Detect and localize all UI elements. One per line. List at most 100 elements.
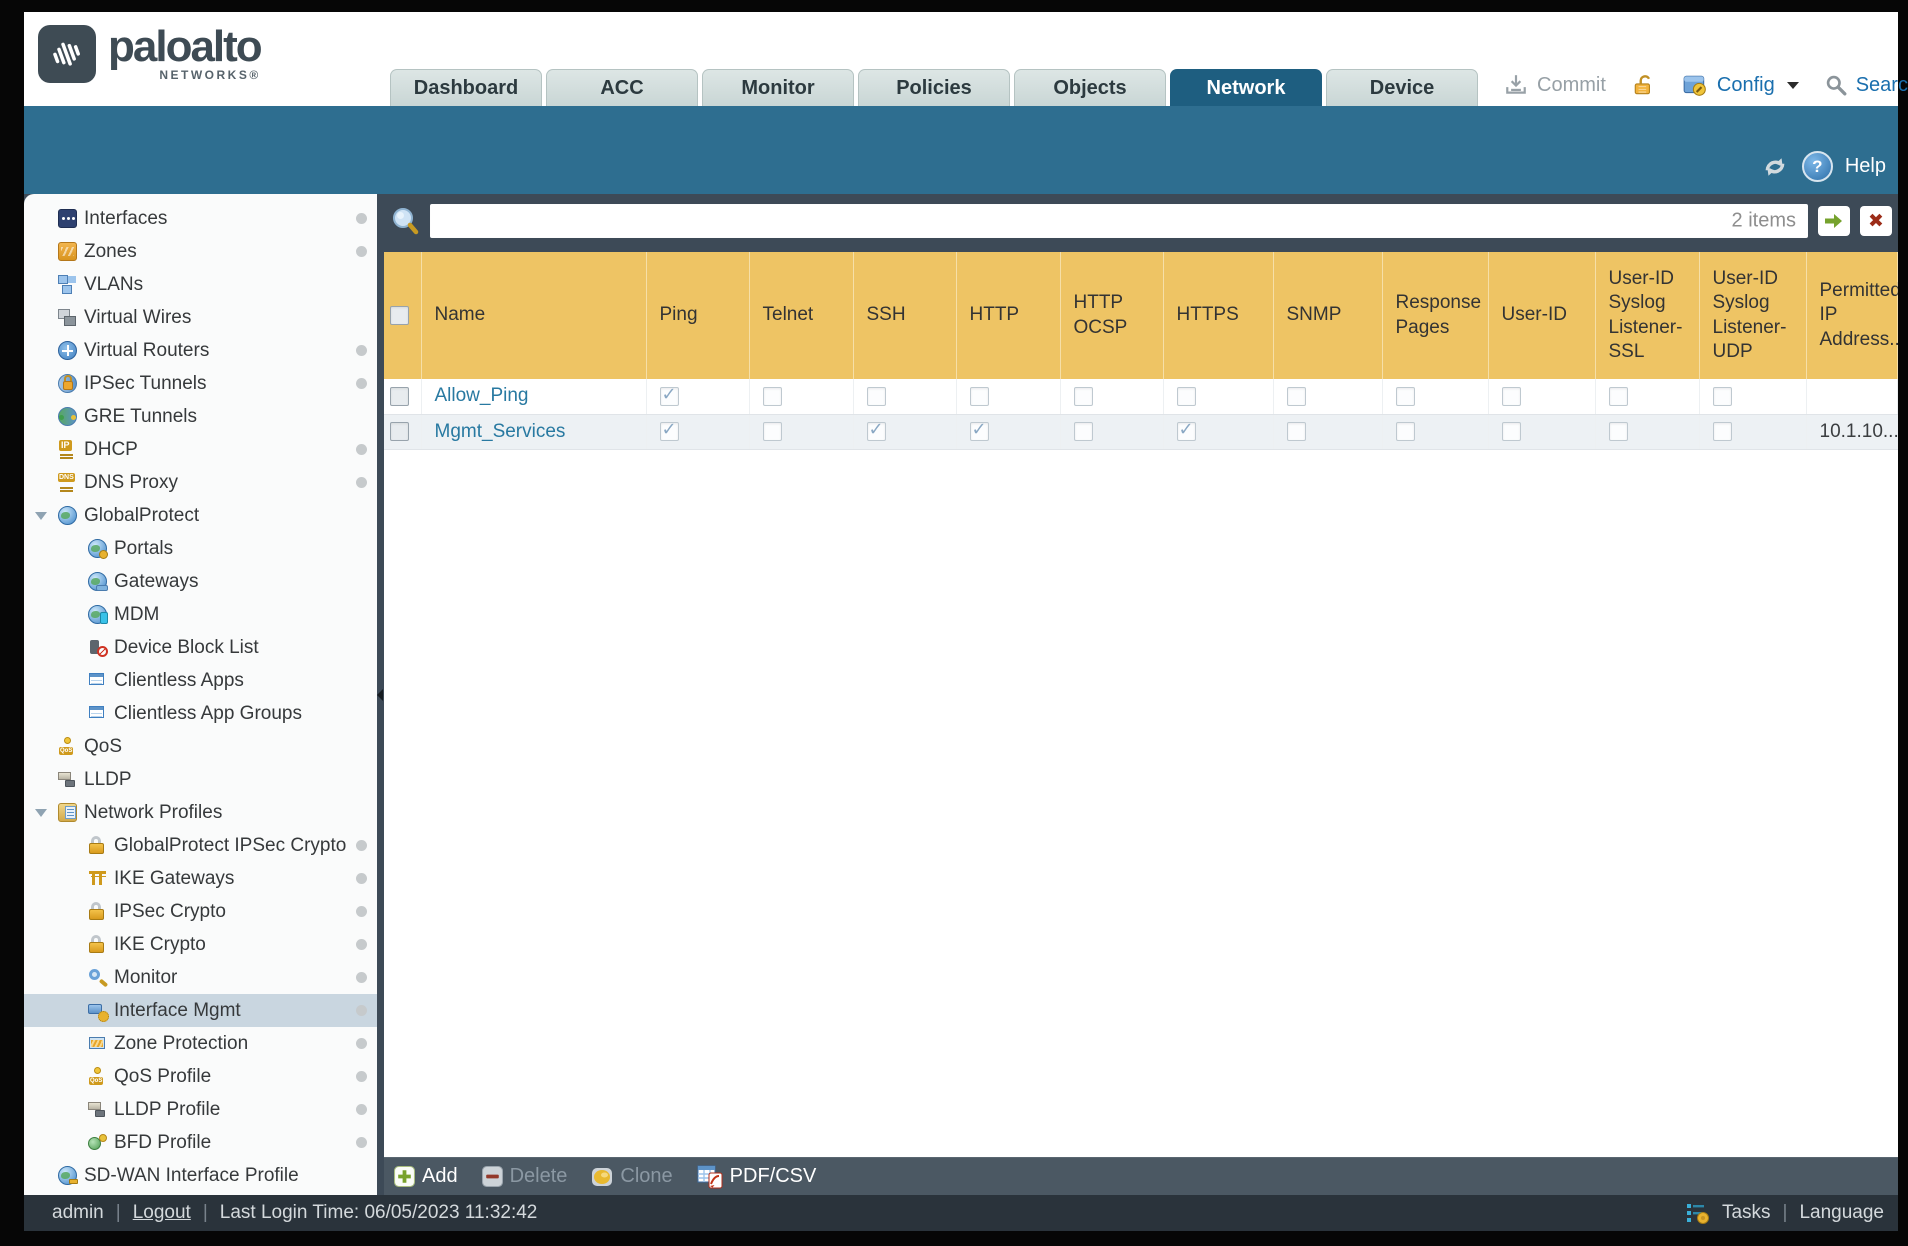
column-header-label: HTTP OCSP <box>1073 292 1128 338</box>
profiles-table-area: Name Ping Telnet SSH HTTP HTTP OCSP HTTPS SNMP R… <box>384 252 1898 1157</box>
commit-icon[interactable] <box>1504 73 1528 97</box>
body: Interfaces Zones VLANs Virtual Wires Virtual… <box>24 194 1898 1195</box>
sidebar-item-qos-profile[interactable]: QoS Profile <box>24 1060 377 1093</box>
tab-network[interactable]: Network <box>1170 69 1322 106</box>
sidebar-item-ike-gateways[interactable]: IKE Gateways <box>24 862 377 895</box>
column-header-telnet[interactable]: Telnet <box>749 252 854 379</box>
sidebar-item-label: Clientless Apps <box>114 669 244 691</box>
tab-acc[interactable]: ACC <box>546 69 698 106</box>
profile-name-link[interactable]: Allow_Ping <box>435 385 529 406</box>
sidebar-item-interface-mgmt[interactable]: Interface Mgmt <box>24 994 377 1027</box>
https-checkbox <box>1176 419 1196 441</box>
response-pages-cell <box>1382 414 1489 450</box>
sidebar-item-globalprotect-ipsec-crypto[interactable]: GlobalProtect IPSec Crypto <box>24 829 377 862</box>
tab-label: ACC <box>600 76 644 99</box>
language-link[interactable]: Language <box>1799 1202 1884 1224</box>
sidebar-item-lldp-profile[interactable]: LLDP Profile <box>24 1093 377 1126</box>
monitor-icon <box>88 968 107 987</box>
apply-filter-button[interactable] <box>1818 206 1850 236</box>
add-button[interactable]: Add <box>394 1165 458 1188</box>
clone-button[interactable]: Clone <box>591 1165 673 1188</box>
column-header-uid-syslog-ssl[interactable]: User-ID Syslog Listener-SSL <box>1595 252 1700 379</box>
sidebar-item-zone-protection[interactable]: Zone Protection <box>24 1027 377 1060</box>
sidebar-item-clientless-apps[interactable]: Clientless Apps <box>24 664 377 697</box>
config-dropdown-caret-icon[interactable] <box>1786 81 1799 89</box>
sidebar-item-gre-tunnels[interactable]: GRE Tunnels <box>24 400 377 433</box>
clear-x-icon: ✖ <box>1868 210 1884 232</box>
column-header-ssh[interactable]: SSH <box>853 252 957 379</box>
status-dot <box>356 1038 367 1049</box>
tab-policies[interactable]: Policies <box>858 69 1010 106</box>
sidebar-item-virtual-routers[interactable]: Virtual Routers <box>24 334 377 367</box>
lock-icon[interactable] <box>1632 73 1656 97</box>
config-icon[interactable] <box>1682 72 1708 98</box>
screen: paloalto NETWORKS® Dashboard ACC Monitor Po… <box>0 0 1908 1246</box>
logout-link[interactable]: Logout <box>133 1202 191 1224</box>
row-select-checkbox[interactable] <box>390 386 409 406</box>
tab-device[interactable]: Device <box>1326 69 1478 106</box>
delete-button[interactable]: Delete <box>481 1165 567 1188</box>
lldp-icon <box>58 770 77 789</box>
sidebar-item-dns-proxy[interactable]: DNS Proxy <box>24 466 377 499</box>
user-id-checkbox <box>1501 386 1521 406</box>
column-header-user-id[interactable]: User-ID <box>1488 252 1596 379</box>
sidebar-item-ipsec-tunnels[interactable]: IPSec Tunnels <box>24 367 377 400</box>
sidebar-item-vlans[interactable]: VLANs <box>24 268 377 301</box>
tasks-link[interactable]: Tasks <box>1722 1202 1771 1224</box>
column-header-snmp[interactable]: SNMP <box>1273 252 1383 379</box>
column-header-permitted-ip[interactable]: Permitted IP Address... <box>1806 252 1898 379</box>
sidebar-item-label: GlobalProtect IPSec Crypto <box>114 834 347 856</box>
sidebar-item-network-profiles[interactable]: Network Profiles <box>24 796 377 829</box>
sidebar-item-zones[interactable]: Zones <box>24 235 377 268</box>
refresh-icon[interactable] <box>1760 155 1790 179</box>
sidebar-item-bfd-profile[interactable]: BFD Profile <box>24 1126 377 1159</box>
column-header-uid-syslog-udp[interactable]: User-ID Syslog Listener-UDP <box>1699 252 1807 379</box>
select-all-checkbox[interactable] <box>390 305 409 325</box>
help-icon[interactable] <box>1801 151 1833 182</box>
https-cell <box>1163 379 1274 415</box>
sidebar-item-gateways[interactable]: Gateways <box>24 565 377 598</box>
collapse-arrow-icon[interactable] <box>33 509 51 523</box>
pdf-csv-button[interactable]: PDF/CSV <box>697 1165 816 1189</box>
filter-input[interactable] <box>430 204 1808 238</box>
sidebar-item-mdm[interactable]: MDM <box>24 598 377 631</box>
tab-dashboard[interactable]: Dashboard <box>390 69 542 106</box>
sidebar-item-ike-crypto[interactable]: IKE Crypto <box>24 928 377 961</box>
column-header-name[interactable]: Name <box>421 252 647 379</box>
column-header-label: Ping <box>659 304 698 326</box>
sidebar-item-device-block-list[interactable]: Device Block List <box>24 631 377 664</box>
column-header-http-ocsp[interactable]: HTTP OCSP <box>1060 252 1164 379</box>
sidebar-item-interfaces[interactable]: Interfaces <box>24 202 377 235</box>
row-select-checkbox[interactable] <box>390 421 409 441</box>
sidebar-item-globalprotect[interactable]: GlobalProtect <box>24 499 377 532</box>
sidebar-item-monitor[interactable]: Monitor <box>24 961 377 994</box>
profile-name-link[interactable]: Mgmt_Services <box>435 421 566 442</box>
config-button[interactable]: Config <box>1717 74 1775 97</box>
sidebar-collapse-handle[interactable] <box>377 194 384 1195</box>
status-dot <box>356 477 367 488</box>
lock-icon <box>88 836 107 855</box>
collapse-arrow-icon[interactable] <box>33 806 51 820</box>
column-header-http[interactable]: HTTP <box>956 252 1061 379</box>
sidebar-item-portals[interactable]: Portals <box>24 532 377 565</box>
column-header-ping[interactable]: Ping <box>646 252 750 379</box>
search-icon[interactable] <box>1825 74 1847 96</box>
sidebar-item-clientless-app-groups[interactable]: Clientless App Groups <box>24 697 377 730</box>
sidebar-item-sd-wan-interface-profile[interactable]: SD-WAN Interface Profile <box>24 1159 377 1192</box>
sidebar-item-qos[interactable]: QoS <box>24 730 377 763</box>
column-header-response-pages[interactable]: Response Pages <box>1382 252 1489 379</box>
sidebar-item-ipsec-crypto[interactable]: IPSec Crypto <box>24 895 377 928</box>
table-row: Allow_Ping <box>384 379 1898 415</box>
sidebar-item-label: Network Profiles <box>84 801 223 823</box>
sidebar-item-dhcp[interactable]: DHCP <box>24 433 377 466</box>
snmp-cell <box>1273 414 1383 450</box>
column-header-https[interactable]: HTTPS <box>1163 252 1274 379</box>
search-button[interactable]: Search <box>1856 74 1908 97</box>
help-link[interactable]: Help <box>1845 155 1886 178</box>
clear-filter-button[interactable]: ✖ <box>1860 206 1892 236</box>
sidebar-item-virtual-wires[interactable]: Virtual Wires <box>24 301 377 334</box>
sidebar-item-lldp[interactable]: LLDP <box>24 763 377 796</box>
commit-button[interactable]: Commit <box>1537 74 1606 97</box>
tab-monitor[interactable]: Monitor <box>702 69 854 106</box>
tab-objects[interactable]: Objects <box>1014 69 1166 106</box>
